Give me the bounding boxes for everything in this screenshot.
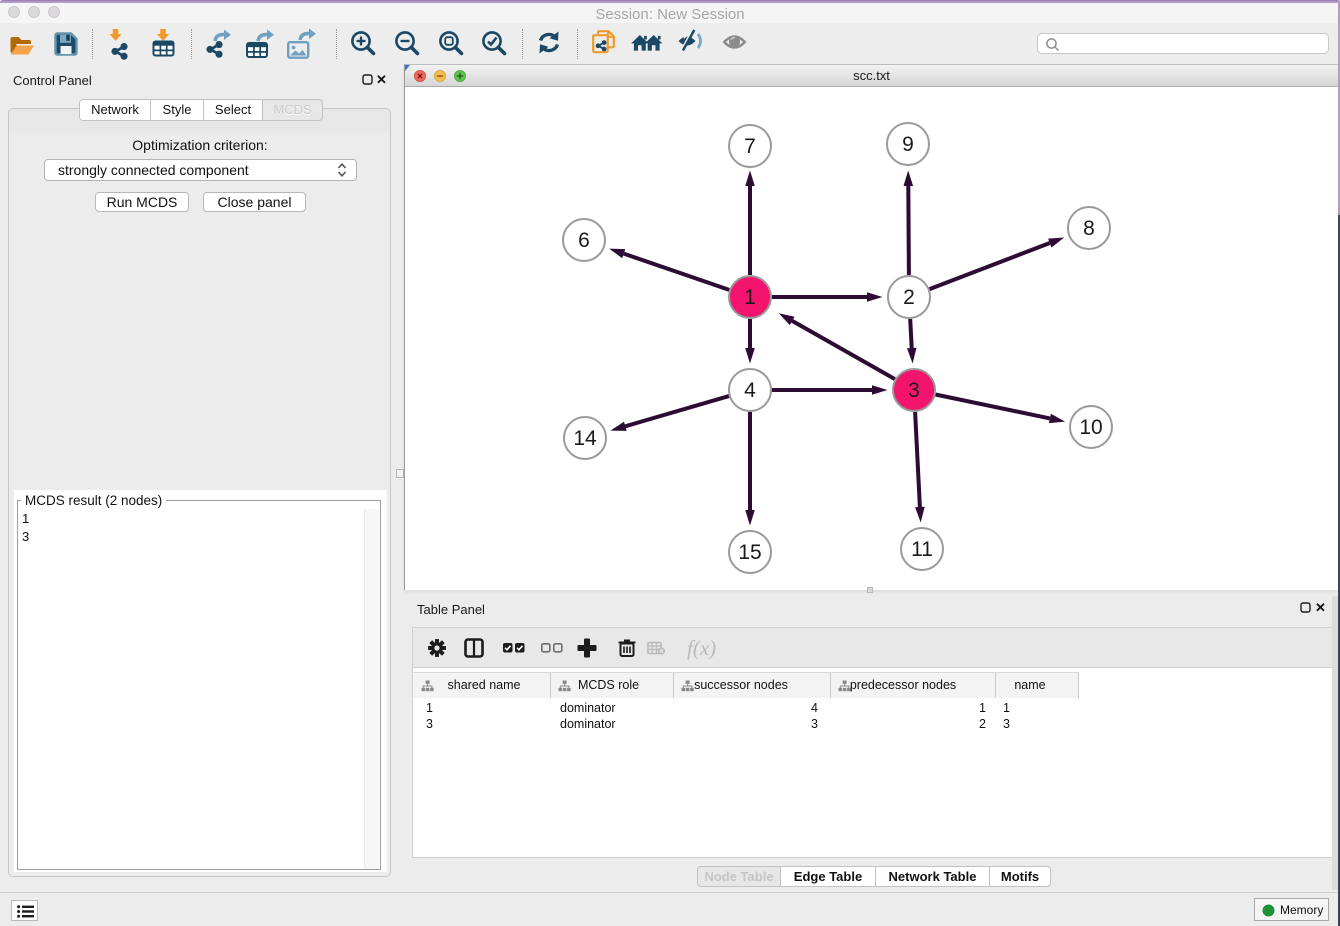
svg-text:6: 6 <box>578 229 590 252</box>
svg-text:14: 14 <box>573 427 597 450</box>
svg-text:9: 9 <box>902 133 914 156</box>
svg-text:8: 8 <box>1083 217 1095 240</box>
svg-text:2: 2 <box>903 286 915 309</box>
svg-text:3: 3 <box>908 379 920 402</box>
svg-text:7: 7 <box>744 135 756 158</box>
svg-text:4: 4 <box>744 379 756 402</box>
svg-text:1: 1 <box>744 286 756 309</box>
svg-text:11: 11 <box>911 538 933 561</box>
svg-text:10: 10 <box>1079 416 1102 439</box>
svg-text:f(x): f(x) <box>687 636 716 660</box>
svg-text:15: 15 <box>738 541 761 564</box>
